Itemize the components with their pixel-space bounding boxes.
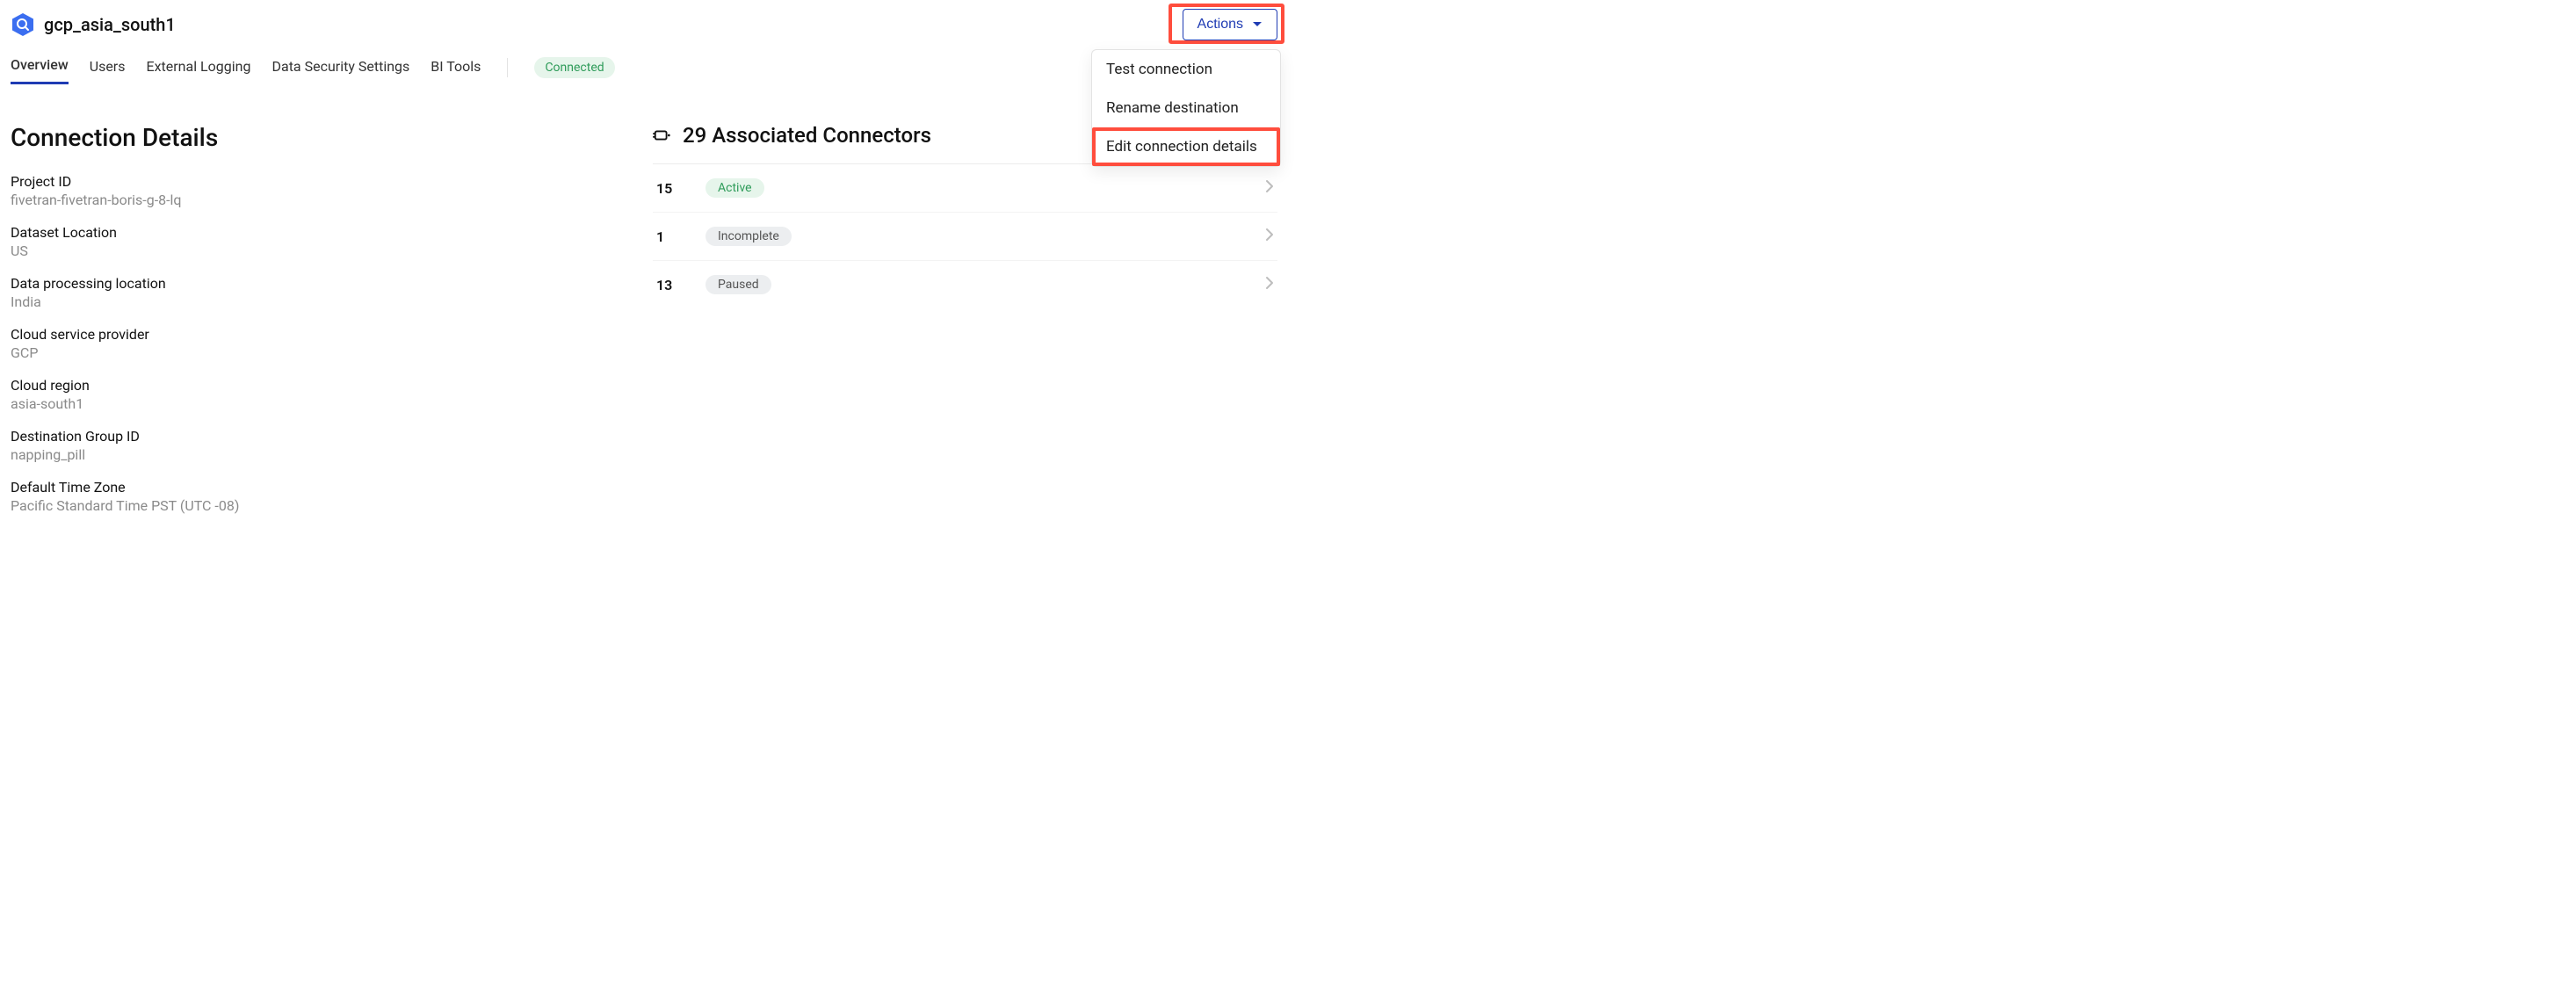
kv-value-cloud-region: asia-south1: [11, 395, 635, 412]
kv-value-destination-group-id: napping_pill: [11, 446, 635, 463]
assoc-count: 1: [656, 228, 706, 245]
tab-bi-tools[interactable]: BI Tools: [431, 58, 481, 83]
connection-details-title: Connection Details: [11, 123, 635, 152]
tab-external-logging[interactable]: External Logging: [146, 58, 250, 83]
kv-label-destination-group-id: Destination Group ID: [11, 428, 635, 445]
kv-label-default-time-zone: Default Time Zone: [11, 479, 635, 496]
tab-users[interactable]: Users: [90, 58, 126, 83]
connectors-icon: [653, 126, 672, 145]
status-badge: Connected: [534, 57, 614, 78]
kv-label-project-id: Project ID: [11, 173, 635, 190]
associated-connectors-title: 29 Associated Connectors: [683, 123, 931, 148]
kv-value-cloud-service-provider: GCP: [11, 344, 635, 361]
assoc-count: 15: [656, 180, 706, 197]
dropdown-edit-connection-details[interactable]: Edit connection details: [1092, 127, 1280, 166]
status-pill-paused: Paused: [706, 275, 771, 294]
kv-value-dataset-location: US: [11, 242, 635, 259]
kv-value-default-time-zone: Pacific Standard Time PST (UTC -08): [11, 497, 635, 514]
chevron-right-icon: [1265, 179, 1274, 197]
tabs-divider: [507, 58, 508, 77]
chevron-down-icon: [1252, 21, 1263, 28]
bigquery-hex-icon: [11, 12, 35, 37]
dropdown-test-connection[interactable]: Test connection: [1092, 50, 1280, 89]
actions-button-label: Actions: [1198, 17, 1243, 33]
kv-label-cloud-service-provider: Cloud service provider: [11, 326, 635, 343]
kv-value-data-processing-location: India: [11, 293, 635, 310]
tabs: Overview Users External Logging Data Sec…: [11, 56, 1277, 84]
status-pill-active: Active: [706, 178, 764, 198]
dropdown-rename-destination[interactable]: Rename destination: [1092, 89, 1280, 127]
actions-dropdown: Test connection Rename destination Edit …: [1091, 49, 1281, 167]
chevron-right-icon: [1265, 276, 1274, 293]
assoc-count: 13: [656, 277, 706, 293]
actions-button[interactable]: Actions: [1183, 9, 1277, 40]
chevron-right-icon: [1265, 228, 1274, 245]
assoc-row-paused[interactable]: 13 Paused: [653, 261, 1277, 308]
tab-overview[interactable]: Overview: [11, 56, 69, 84]
status-pill-incomplete: Incomplete: [706, 227, 792, 246]
assoc-row-incomplete[interactable]: 1 Incomplete: [653, 213, 1277, 261]
tab-data-security-settings[interactable]: Data Security Settings: [271, 58, 409, 83]
kv-label-dataset-location: Dataset Location: [11, 224, 635, 241]
kv-value-project-id: fivetran-fivetran-boris-g-8-lq: [11, 192, 635, 208]
kv-label-cloud-region: Cloud region: [11, 377, 635, 394]
page-title: gcp_asia_south1: [44, 14, 176, 35]
kv-label-data-processing-location: Data processing location: [11, 275, 635, 292]
assoc-row-active[interactable]: 15 Active: [653, 164, 1277, 213]
